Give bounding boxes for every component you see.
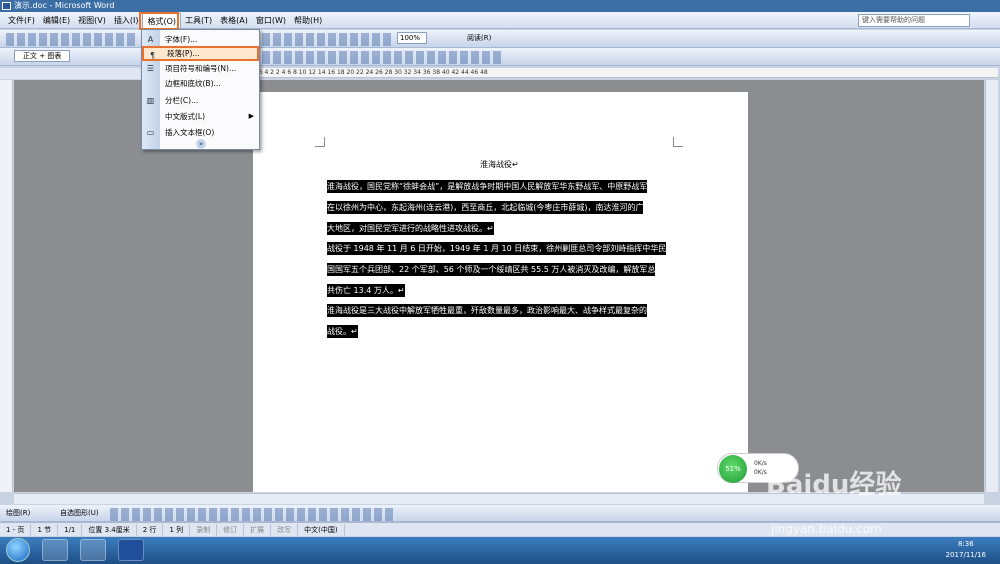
menu-help[interactable]: 帮助(H)	[290, 13, 326, 28]
drawing-toolbar: 绘图(R) 自选图形(U)	[0, 505, 1000, 522]
paragraph-line: 国国军五个兵团部、22 个军部、56 个师及一个绥靖区共 55.5 万人被消灭及…	[327, 263, 656, 276]
clock-date: 2017/11/16	[945, 551, 986, 559]
columns-icon: ▥	[146, 96, 155, 105]
menu-edit[interactable]: 编辑(E)	[39, 13, 74, 28]
menu-item-label: 边框和底纹(B)...	[165, 79, 221, 88]
window-title: 演示.doc - Microsoft Word	[14, 1, 115, 10]
read-mode-button[interactable]: 阅读(R)	[455, 32, 495, 44]
paragraph-line: 淮海战役是三大战役中解放军牺牲最重，歼敌数量最多，政治影响最大、战争样式最复杂的	[327, 304, 647, 317]
status-position: 位置 3.4厘米	[82, 523, 137, 536]
menu-item-asian-layout[interactable]: 中文版式(L) ▶	[142, 109, 259, 124]
style-select[interactable]: 正文 + 图表	[14, 50, 70, 62]
status-column: 1 列	[163, 523, 191, 536]
status-line: 2 行	[137, 523, 164, 536]
upload-speed: 0K/s	[754, 460, 767, 467]
menu-file[interactable]: 文件(F)	[4, 13, 39, 28]
menu-view[interactable]: 视图(V)	[74, 13, 110, 28]
help-search-input[interactable]: 键入需要帮助的问题	[858, 14, 970, 27]
start-button[interactable]	[6, 538, 30, 562]
drawing-tool-buttons[interactable]	[110, 508, 395, 521]
menu-tools[interactable]: 工具(T)	[181, 13, 216, 28]
menu-item-label: 段落(P)...	[167, 49, 200, 58]
menu-item-columns[interactable]: ▥ 分栏(C)...	[142, 93, 259, 108]
baidu-watermark: Baidu经验	[766, 470, 902, 500]
margin-corner	[315, 137, 325, 147]
paragraph-line: 大地区，对国民党军进行的战略性进攻战役。↵	[327, 222, 494, 235]
menu-item-label: 分栏(C)...	[165, 96, 199, 105]
menu-item-label: 中文版式(L)	[165, 112, 206, 121]
paragraph-1[interactable]: 淮海战役，国民党称“徐蚌会战”，是解放战争时期中国人民解放军华东野战军、中原野战…	[327, 176, 675, 239]
status-rec[interactable]: 录制	[190, 523, 218, 536]
submenu-arrow-icon: ▶	[248, 112, 254, 120]
paragraph-line: 淮海战役，国民党称“徐蚌会战”，是解放战争时期中国人民解放军华东野战军、中原野战…	[327, 180, 648, 193]
zoom-select[interactable]: 100%	[397, 32, 427, 44]
taskbar: 8:36 2017/11/16	[0, 537, 1000, 564]
paragraph-line: 在以徐州为中心，东起海州(连云港)，西至商丘，北起临城(今枣庄市薛城)，南达淮河…	[327, 201, 644, 214]
menu-item-borders[interactable]: 边框和底纹(B)...	[142, 76, 259, 91]
status-ovr[interactable]: 改写	[271, 523, 299, 536]
download-speed: 0K/s	[754, 469, 767, 476]
status-trk[interactable]: 修订	[217, 523, 245, 536]
expand-menu-chevron-icon[interactable]: »	[196, 139, 206, 149]
format-menu-highlight	[139, 12, 179, 30]
horizontal-ruler: 8 6 4 2 2 4 6 8 10 12 14 16 18 20 22 24 …	[253, 68, 998, 78]
paragraph-line: 共伤亡 13.4 万人。↵	[327, 284, 405, 297]
menu-item-label: 字体(F)...	[165, 35, 198, 44]
menu-item-label: 插入文本框(O)	[165, 128, 215, 137]
system-clock[interactable]: 8:36 2017/11/16	[946, 539, 986, 561]
menu-insert[interactable]: 插入(I)	[110, 13, 143, 28]
paragraph-icon: ¶	[149, 51, 156, 60]
menu-item-label: 项目符号和编号(N)...	[165, 64, 237, 73]
menu-item-bullets[interactable]: ☰ 项目符号和编号(N)...	[142, 61, 259, 76]
draw-menu-button[interactable]: 绘图(R)	[6, 508, 30, 518]
browser-taskbar-icon[interactable]	[80, 539, 106, 561]
vertical-scrollbar[interactable]	[985, 80, 998, 492]
explorer-taskbar-icon[interactable]	[42, 539, 68, 561]
status-ext[interactable]: 扩展	[244, 523, 272, 536]
paragraph-line: 战役。↵	[327, 325, 358, 338]
menu-table[interactable]: 表格(A)	[216, 13, 252, 28]
word-app-icon	[2, 2, 11, 10]
paragraph-line: 战役于 1948 年 11 月 6 日开始，1949 年 1 月 10 日结束，…	[327, 242, 667, 255]
baidu-watermark-url: jingyan.baidu.com	[771, 522, 882, 536]
formatting-toolbar-buttons[interactable]	[262, 51, 502, 64]
word-taskbar-icon[interactable]	[118, 539, 144, 561]
clock-time: 8:36	[957, 540, 974, 548]
network-percent: 51%	[719, 455, 747, 483]
status-pages: 1/1	[58, 523, 83, 536]
menu-window[interactable]: 窗口(W)	[252, 13, 290, 28]
document-title: 淮海战役↵	[480, 160, 519, 169]
menu-item-insert-textbox[interactable]: ▭ 插入文本框(O)	[142, 125, 259, 140]
format-dropdown-menu: A 字体(F)... ¶ 段落(P)... ☰ 项目符号和编号(N)... 边框…	[141, 29, 260, 150]
status-section: 1 节	[31, 523, 59, 536]
status-page: 1 - 页	[0, 523, 32, 536]
textbox-icon: ▭	[146, 128, 155, 137]
paragraph-3[interactable]: 淮海战役是三大战役中解放军牺牲最重，歼敌数量最多，政治影响最大、战争样式最复杂的…	[327, 300, 675, 342]
font-icon: A	[147, 35, 154, 44]
paragraph-2[interactable]: 战役于 1948 年 11 月 6 日开始，1949 年 1 月 10 日结束，…	[327, 238, 675, 301]
standard-toolbar-buttons-right[interactable]	[262, 33, 392, 46]
standard-toolbar-buttons[interactable]	[6, 33, 136, 46]
menu-item-paragraph[interactable]: ¶ 段落(P)...	[142, 46, 259, 61]
autoshapes-button[interactable]: 自选图形(U)	[60, 508, 99, 518]
bullets-icon: ☰	[146, 64, 155, 73]
status-language: 中文(中国)	[298, 523, 345, 536]
vertical-ruler	[0, 80, 13, 492]
title-bar: 演示.doc - Microsoft Word	[0, 0, 1000, 12]
margin-corner	[673, 137, 683, 147]
menu-item-font[interactable]: A 字体(F)...	[142, 32, 259, 47]
